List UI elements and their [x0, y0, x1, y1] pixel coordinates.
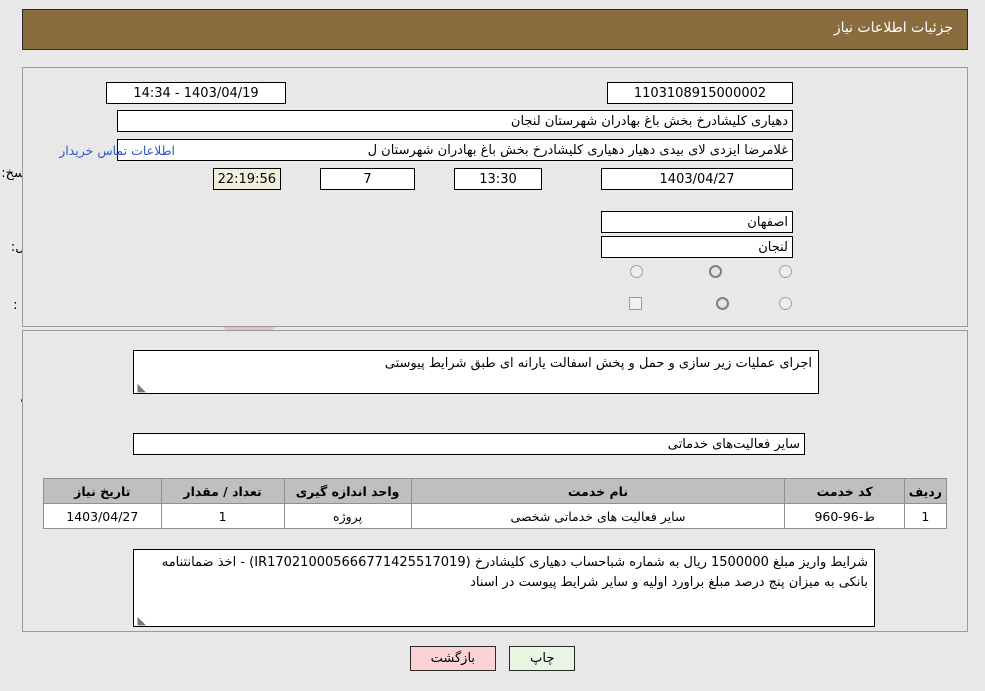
service-group-value: سایر فعالیت‌های خدماتی — [133, 433, 805, 455]
cell-service-code: ط-96-960 — [784, 503, 905, 529]
remaining-days-value: 7 — [320, 168, 415, 190]
general-description-textarea[interactable]: اجرای عملیات زیر سازی و حمل و پخش اسفالت… — [133, 350, 819, 394]
province-value: اصفهان — [601, 211, 793, 233]
table-header-row: ردیف کد خدمت نام خدمت واحد اندازه گیری ت… — [43, 478, 948, 504]
buyer-contact-link[interactable]: اطلاعات تماس خریدار — [59, 143, 175, 158]
need-number-value: 1103108915000002 — [607, 82, 793, 104]
checkbox-islamic-treasury[interactable] — [629, 297, 642, 310]
remaining-clock-value: 22:19:56 — [213, 168, 281, 190]
buyer-notes-value: شرایط واریز مبلغ 1500000 ریال به شماره ش… — [161, 555, 868, 590]
buyer-notes-textarea[interactable]: شرایط واریز مبلغ 1500000 ریال به شماره ش… — [133, 549, 875, 627]
page-root: ArtaTender.net جزئیات اطلاعات نیاز شماره… — [0, 0, 985, 691]
th-need-date: تاریخ نیاز — [43, 478, 162, 504]
radio-category-kala[interactable] — [779, 265, 792, 278]
buyer-org-value: دهیاری کلیشادرخ بخش باغ بهادران شهرستان … — [117, 110, 793, 132]
page-title-bar: جزئیات اطلاعات نیاز — [22, 9, 968, 50]
cell-need-date: 1403/04/27 — [43, 503, 162, 529]
th-unit: واحد اندازه گیری — [283, 478, 412, 504]
th-quantity: تعداد / مقدار — [160, 478, 285, 504]
city-value: لنجان — [601, 236, 793, 258]
radio-category-khedmat[interactable] — [709, 265, 722, 278]
cell-quantity: 1 — [160, 503, 285, 529]
radio-category-kala-khedmat[interactable] — [630, 265, 643, 278]
deadline-date-value: 1403/04/27 — [601, 168, 793, 190]
resize-grip-icon[interactable]: ◣ — [136, 382, 146, 393]
th-service-code: کد خدمت — [784, 478, 905, 504]
th-service-name: نام خدمت — [410, 478, 786, 504]
print-button[interactable]: چاپ — [509, 646, 576, 671]
radio-process-jozii[interactable] — [779, 297, 792, 310]
cell-row-no: 1 — [903, 503, 948, 529]
requester-value: غلامرضا ایزدی لای بیدی دهیار دهیاری کلیش… — [117, 139, 793, 161]
cell-unit: پروژه — [283, 503, 412, 529]
footer-actions: چاپ بازگشت — [0, 646, 985, 671]
back-button[interactable]: بازگشت — [409, 646, 497, 671]
th-row-no: ردیف — [903, 478, 948, 504]
page-title: جزئیات اطلاعات نیاز — [833, 20, 953, 36]
radio-process-motavasset[interactable] — [716, 297, 729, 310]
services-table: ردیف کد خدمت نام خدمت واحد اندازه گیری ت… — [43, 478, 948, 529]
resize-grip-icon-notes[interactable]: ◣ — [136, 615, 146, 626]
need-info-panel — [22, 67, 968, 327]
table-row: 1 ط-96-960 سایر فعالیت های خدماتی شخصی پ… — [43, 503, 948, 529]
announce-datetime-value: 1403/04/19 - 14:34 — [106, 82, 286, 104]
cell-service-name: سایر فعالیت های خدماتی شخصی — [410, 503, 786, 529]
general-description-value: اجرای عملیات زیر سازی و حمل و پخش اسفالت… — [384, 356, 812, 371]
deadline-time-value: 13:30 — [454, 168, 542, 190]
